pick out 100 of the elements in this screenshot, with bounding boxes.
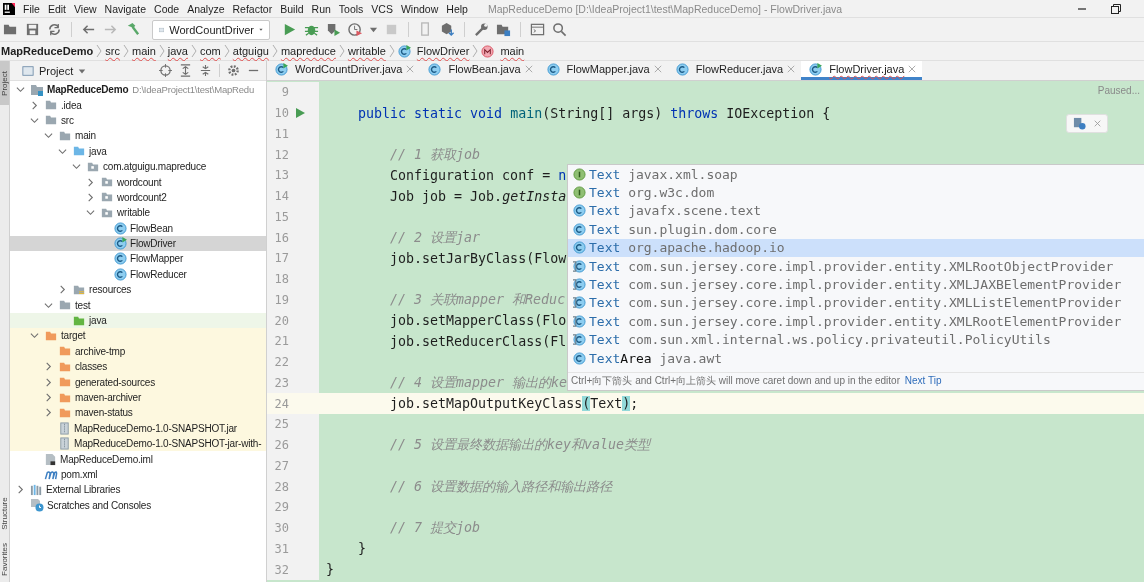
tree-item[interactable]: MapReduceDemo.iml [10, 451, 266, 467]
code-line: job.setJarByClass(Flow [389, 250, 567, 266]
tree-item[interactable]: java [10, 312, 266, 329]
inspection-widget[interactable] [1066, 114, 1108, 133]
breadcrumb-item[interactable]: com [200, 45, 221, 57]
editor-tab[interactable]: WordCountDriver.java [267, 61, 421, 80]
class-icon [114, 237, 127, 251]
collapse-all-icon[interactable] [199, 64, 212, 77]
cube-download-icon[interactable] [439, 22, 456, 37]
breadcrumb-item[interactable]: writable [347, 45, 386, 57]
close-icon[interactable] [1094, 120, 1101, 127]
menu-item[interactable]: Code [154, 2, 180, 15]
breadcrumb-item[interactable]: src [105, 45, 120, 57]
settings-icon[interactable] [227, 64, 240, 77]
breadcrumb-item[interactable]: main [131, 45, 156, 57]
menu-item[interactable]: Run [311, 2, 331, 15]
line-number: 26 [273, 438, 289, 453]
completion-item[interactable]: TextArea java.awt [568, 348, 1144, 368]
code-line: job.setMapperClass(Flo [389, 313, 567, 329]
tree-item[interactable]: .idea [10, 97, 266, 113]
tree-item[interactable]: wordcount2 [10, 189, 266, 206]
completion-item[interactable]: Text javax.xml.soap [568, 165, 1144, 184]
tree-item[interactable]: test [10, 297, 266, 313]
line-number: 17 [273, 251, 289, 266]
window-icon[interactable] [529, 22, 546, 37]
tree-item[interactable]: writable [10, 205, 266, 221]
completion-item[interactable]: Text com.sun.xml.internal.ws.policy.privateutil.PolicyUtils [568, 330, 1144, 349]
run-icon[interactable] [295, 108, 305, 119]
tree-item[interactable]: Scratches and Consoles [10, 497, 266, 513]
restore-icon[interactable] [1110, 2, 1122, 15]
tree-item[interactable]: FlowDriver [10, 235, 266, 252]
sync-icon[interactable] [46, 22, 63, 37]
completion-item[interactable]: Text com.sun.jersey.core.impl.provider.entity.XMLJAXBElementProvider [568, 275, 1144, 294]
breadcrumb-item[interactable]: atguigu [232, 45, 269, 57]
completion-item[interactable]: Text javafx.scene.text [568, 201, 1144, 221]
profiler-icon[interactable] [347, 22, 364, 37]
breadcrumb-item[interactable]: MapReduceDemo [1, 45, 94, 57]
caret-icon[interactable] [369, 25, 378, 34]
tree-item[interactable]: maven-status [10, 405, 266, 421]
tree-item[interactable]: src [10, 112, 266, 129]
menu-item[interactable]: Help [446, 2, 468, 15]
menu-item[interactable]: Build [280, 2, 304, 15]
completion-item[interactable]: Text com.sun.jersey.core.impl.provider.entity.XMLRootElementProvider [568, 312, 1144, 331]
tree-item[interactable]: FlowMapper [10, 251, 266, 267]
locate-target-icon[interactable] [159, 64, 172, 77]
coverage-icon[interactable] [325, 22, 342, 37]
breadcrumb-item[interactable]: main [481, 44, 525, 58]
open-folder-icon[interactable] [2, 22, 19, 37]
run-configuration-dropdown[interactable]: WordCountDriver [152, 19, 270, 40]
menu-item[interactable]: File [23, 2, 40, 15]
project-structure-icon[interactable] [495, 22, 512, 37]
tool-window-tab[interactable]: Structure [0, 496, 9, 530]
menu-item[interactable]: Analyze [187, 2, 225, 15]
tree-item[interactable]: pom.xml [10, 466, 266, 483]
completion-item[interactable]: Text com.sun.jersey.core.impl.provider.entity.XMLRootObjectProvider [568, 256, 1144, 276]
menu-item[interactable]: Refactor [232, 2, 273, 15]
tree-item[interactable]: java [10, 143, 266, 159]
chevron-right-icon [271, 44, 278, 58]
folder-icon [58, 129, 72, 142]
tree-item[interactable]: FlowReducer [10, 266, 266, 283]
save-icon[interactable] [24, 22, 41, 37]
tree-item[interactable]: FlowBean [10, 220, 266, 236]
tree-item[interactable]: com.atguigu.mapreduce [10, 158, 266, 175]
editor-tab[interactable]: FlowDriver.java [801, 61, 923, 80]
menu-item[interactable]: Navigate [104, 2, 147, 15]
folder-icon [72, 283, 86, 296]
tree-item[interactable]: generated-sources [10, 374, 266, 390]
completion-item[interactable]: Text org.w3c.dom [568, 183, 1144, 202]
class-icon [573, 333, 586, 347]
project-view-selector[interactable]: Project [22, 64, 87, 77]
class-icon [573, 296, 586, 310]
tree-item[interactable]: classes [10, 359, 266, 375]
close-icon[interactable] [908, 65, 917, 73]
menu-item[interactable]: Window [400, 2, 439, 15]
menu-item[interactable]: View [74, 2, 97, 15]
tree-item[interactable]: resources [10, 282, 266, 298]
tree-item[interactable]: External Libraries [10, 482, 266, 498]
tree-item[interactable]: target [10, 328, 266, 344]
completion-item[interactable]: Text com.sun.jersey.core.impl.provider.entity.XMLListElementProvider [568, 293, 1144, 313]
editor-tab[interactable]: FlowMapper.java [538, 61, 668, 80]
tool-window-tab[interactable]: Favorites [0, 542, 9, 576]
module-icon [30, 82, 44, 97]
next-tip-link[interactable]: Next Tip [904, 375, 942, 386]
menu-item[interactable]: Edit [47, 2, 66, 15]
tree-item[interactable]: wordcount [10, 174, 266, 190]
line-number: 18 [273, 272, 289, 287]
menu-item[interactable]: VCS [371, 2, 393, 15]
menu-item[interactable]: Tools [338, 2, 364, 15]
breadcrumb-item[interactable]: java [167, 45, 188, 57]
tree-item[interactable]: MapReduceDemo D:\IdeaProject1\test\MapRedu [10, 82, 266, 98]
completion-item[interactable]: Text org.apache.hadoop.io [568, 238, 1144, 257]
wrench-icon[interactable] [473, 22, 490, 37]
expand-all-icon[interactable] [179, 64, 192, 77]
tree-item[interactable]: main [10, 128, 266, 144]
editor-tab[interactable]: FlowBean.java [420, 61, 539, 80]
breadcrumb-item[interactable]: mapreduce [280, 45, 336, 57]
breadcrumb-item[interactable]: FlowDriver [397, 44, 470, 58]
completion-item[interactable]: Text sun.plugin.dom.core [568, 220, 1144, 239]
search-icon[interactable] [551, 22, 568, 37]
editor-tab[interactable]: FlowReducer.java [667, 61, 802, 80]
